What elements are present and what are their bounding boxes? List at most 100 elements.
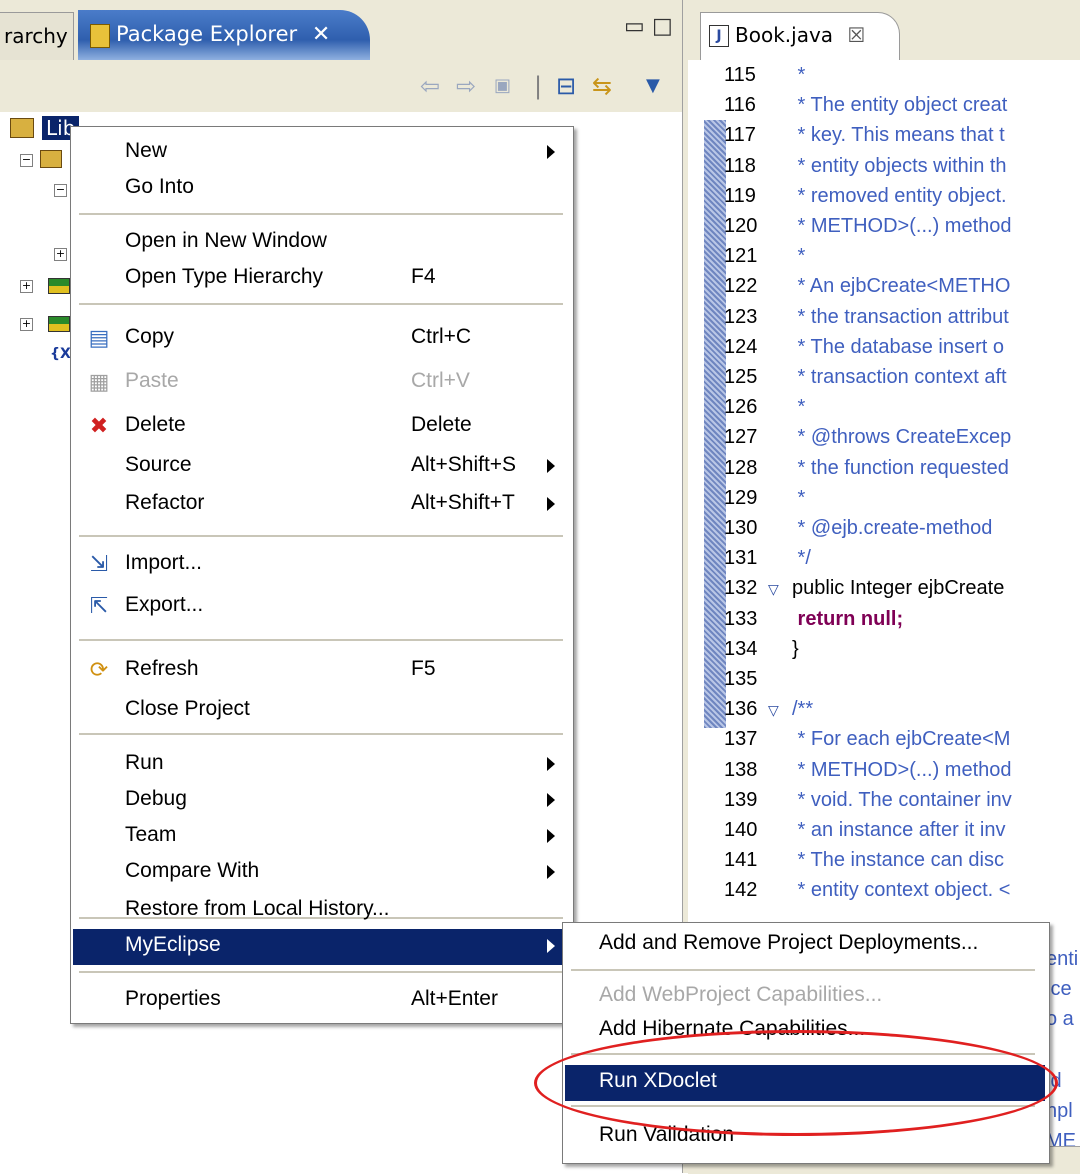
forward-arrow-icon[interactable]: ⇨	[456, 72, 476, 100]
menu-item-close-project[interactable]: Close Project	[73, 693, 569, 729]
code-line[interactable]: 121 *	[724, 241, 1080, 271]
menu-item-new[interactable]: New	[73, 135, 569, 171]
fold-toggle-icon[interactable]: ▽	[768, 574, 792, 603]
code-line[interactable]: 115 *	[724, 60, 1080, 90]
menu-item-export[interactable]: ⇱ Export...	[73, 589, 569, 625]
code-line[interactable]: 139 * void. The container inv	[724, 785, 1080, 815]
menu-item-go-into[interactable]: Go Into	[73, 171, 569, 207]
code-line[interactable]: 116 * The entity object creat	[724, 90, 1080, 120]
tab-package-explorer-label: Package Explorer	[116, 22, 298, 46]
submenu-item-add-and-remove-project-deployments[interactable]: Add and Remove Project Deployments...	[565, 927, 1045, 963]
code-line[interactable]: 127 * @throws CreateExcep	[724, 422, 1080, 452]
tree-expander-expand[interactable]: +	[20, 280, 33, 293]
code-line[interactable]: 122 * An ejbCreate<METHO	[724, 271, 1080, 301]
code-text: public Integer ejbCreate	[792, 577, 1005, 600]
tab-hierarchy[interactable]: rarchy	[0, 12, 74, 60]
back-arrow-icon[interactable]: ⇦	[420, 72, 440, 100]
menu-item-delete[interactable]: ✖ Delete Delete	[73, 409, 569, 445]
menu-item-accelerator: Ctrl+C	[411, 325, 472, 348]
code-line[interactable]: 119 * removed entity object.	[724, 181, 1080, 211]
minimize-icon[interactable]: ▭	[624, 14, 645, 39]
menu-item-properties[interactable]: Properties Alt+Enter	[73, 983, 569, 1019]
code-line[interactable]: 134}	[724, 634, 1080, 664]
tree-expander-expand[interactable]: +	[20, 318, 33, 331]
code-text: * METHOD>(...) method	[792, 215, 1012, 237]
code-line[interactable]: 132 ▽ public Integer ejbCreate	[724, 573, 1080, 603]
line-number: 141	[724, 849, 758, 872]
menu-item-restore-from-local-history[interactable]: Restore from Local History...	[73, 893, 569, 929]
code-line[interactable]: 126 *	[724, 392, 1080, 422]
code-text: * transaction context aft	[792, 366, 1007, 388]
menu-item-accelerator: Ctrl+V	[411, 369, 470, 392]
menu-item-refresh[interactable]: ⟳ Refresh F5	[73, 653, 569, 689]
code-text: * the function requested	[792, 456, 1009, 479]
menu-item-run[interactable]: Run	[73, 747, 569, 783]
code-line[interactable]: 140 * an instance after it inv	[724, 815, 1080, 845]
link-with-editor-icon[interactable]: ⇆	[592, 72, 612, 100]
code-line[interactable]: 118 * entity objects within th	[724, 151, 1080, 181]
menu-item-paste[interactable]: ▦ Paste Ctrl+V	[73, 365, 569, 401]
code-text: *	[792, 245, 806, 268]
code-line[interactable]: 133 return null;	[724, 604, 1080, 634]
import-icon: ⇲	[89, 551, 109, 576]
code-line[interactable]: 137 * For each ejbCreate<M	[724, 724, 1080, 754]
fold-toggle-icon[interactable]: ▽	[768, 695, 792, 724]
code-line[interactable]: 135	[724, 664, 1080, 694]
menu-item-copy[interactable]: ▤ Copy Ctrl+C	[73, 321, 569, 357]
menu-item-label: Import...	[125, 551, 203, 574]
code-text: * the transaction attribut	[792, 305, 1009, 328]
menu-item-label: Run	[125, 751, 164, 774]
view-menu-icon[interactable]: ▼	[646, 72, 660, 100]
source-folder-icon	[40, 150, 62, 168]
code-text-fragment: npl	[1046, 1100, 1073, 1122]
code-line[interactable]: 117 * key. This means that t	[724, 120, 1080, 150]
code-text-fragment: o a	[1046, 1008, 1074, 1030]
menu-item-myeclipse[interactable]: MyEclipse	[73, 929, 569, 965]
menu-item-team[interactable]: Team	[73, 819, 569, 855]
code-line[interactable]: 129 *	[724, 483, 1080, 513]
menu-item-open-type-hierarchy[interactable]: Open Type Hierarchy F4	[73, 261, 569, 297]
view-toolbar: ⇦ ⇨ ▣ | ⊟ ⇆ ▼	[0, 60, 688, 113]
line-number: 120	[724, 215, 758, 237]
tree-expander-expand[interactable]: +	[54, 248, 67, 261]
tree-expander-collapse[interactable]: −	[20, 154, 33, 167]
code-line[interactable]: 142 * entity context object. <	[724, 875, 1080, 905]
menu-item-open-in-new-window[interactable]: Open in New Window	[73, 225, 569, 261]
collapse-all-icon[interactable]: ⊟	[556, 72, 576, 100]
line-number: 128	[724, 456, 758, 479]
code-line[interactable]: 130 * @ejb.create-method	[724, 513, 1080, 543]
code-text: * @ejb.create-method	[792, 517, 993, 539]
line-number: 121	[724, 245, 758, 268]
code-line[interactable]: 141 * The instance can disc	[724, 845, 1080, 875]
code-line[interactable]: 124 * The database insert o	[724, 332, 1080, 362]
menu-item-source[interactable]: Source Alt+Shift+S	[73, 449, 569, 485]
tree-expander-collapse[interactable]: −	[54, 184, 67, 197]
code-line[interactable]: 120 * METHOD>(...) method	[724, 211, 1080, 241]
menu-item-compare-with[interactable]: Compare With	[73, 855, 569, 891]
code-line[interactable]: 136 ▽/**	[724, 694, 1080, 724]
tab-book-java[interactable]: J Book.java ☒	[700, 12, 900, 60]
tab-package-explorer[interactable]: Package Explorer ✕	[78, 10, 370, 60]
code-text: *	[792, 64, 806, 86]
close-icon[interactable]: ☒	[847, 23, 865, 47]
code-text: * The instance can disc	[792, 849, 1004, 872]
java-project-icon	[10, 118, 34, 138]
menu-item-debug[interactable]: Debug	[73, 783, 569, 819]
up-folder-icon[interactable]: ▣	[494, 72, 511, 100]
code-line[interactable]: 125 * transaction context aft	[724, 362, 1080, 392]
code-line[interactable]: 128 * the function requested	[724, 453, 1080, 483]
code-line[interactable]: 138 * METHOD>(...) method	[724, 755, 1080, 785]
line-number: 137	[724, 728, 758, 751]
menu-separator	[79, 535, 563, 537]
close-icon[interactable]: ✕	[312, 22, 330, 47]
submenu-item-add-webproject-capabilities[interactable]: Add WebProject Capabilities...	[565, 979, 1045, 1015]
code-line[interactable]: 131 */	[724, 543, 1080, 573]
menu-item-label: Add and Remove Project Deployments...	[599, 931, 979, 954]
menu-item-import[interactable]: ⇲ Import...	[73, 547, 569, 583]
code-text: * void. The container inv	[792, 788, 1012, 811]
paste-icon: ▦	[88, 369, 110, 394]
menu-item-refactor[interactable]: Refactor Alt+Shift+T	[73, 487, 569, 523]
code-text: * The database insert o	[792, 335, 1004, 358]
maximize-icon[interactable]: □	[652, 14, 673, 39]
code-line[interactable]: 123 * the transaction attribut	[724, 302, 1080, 332]
